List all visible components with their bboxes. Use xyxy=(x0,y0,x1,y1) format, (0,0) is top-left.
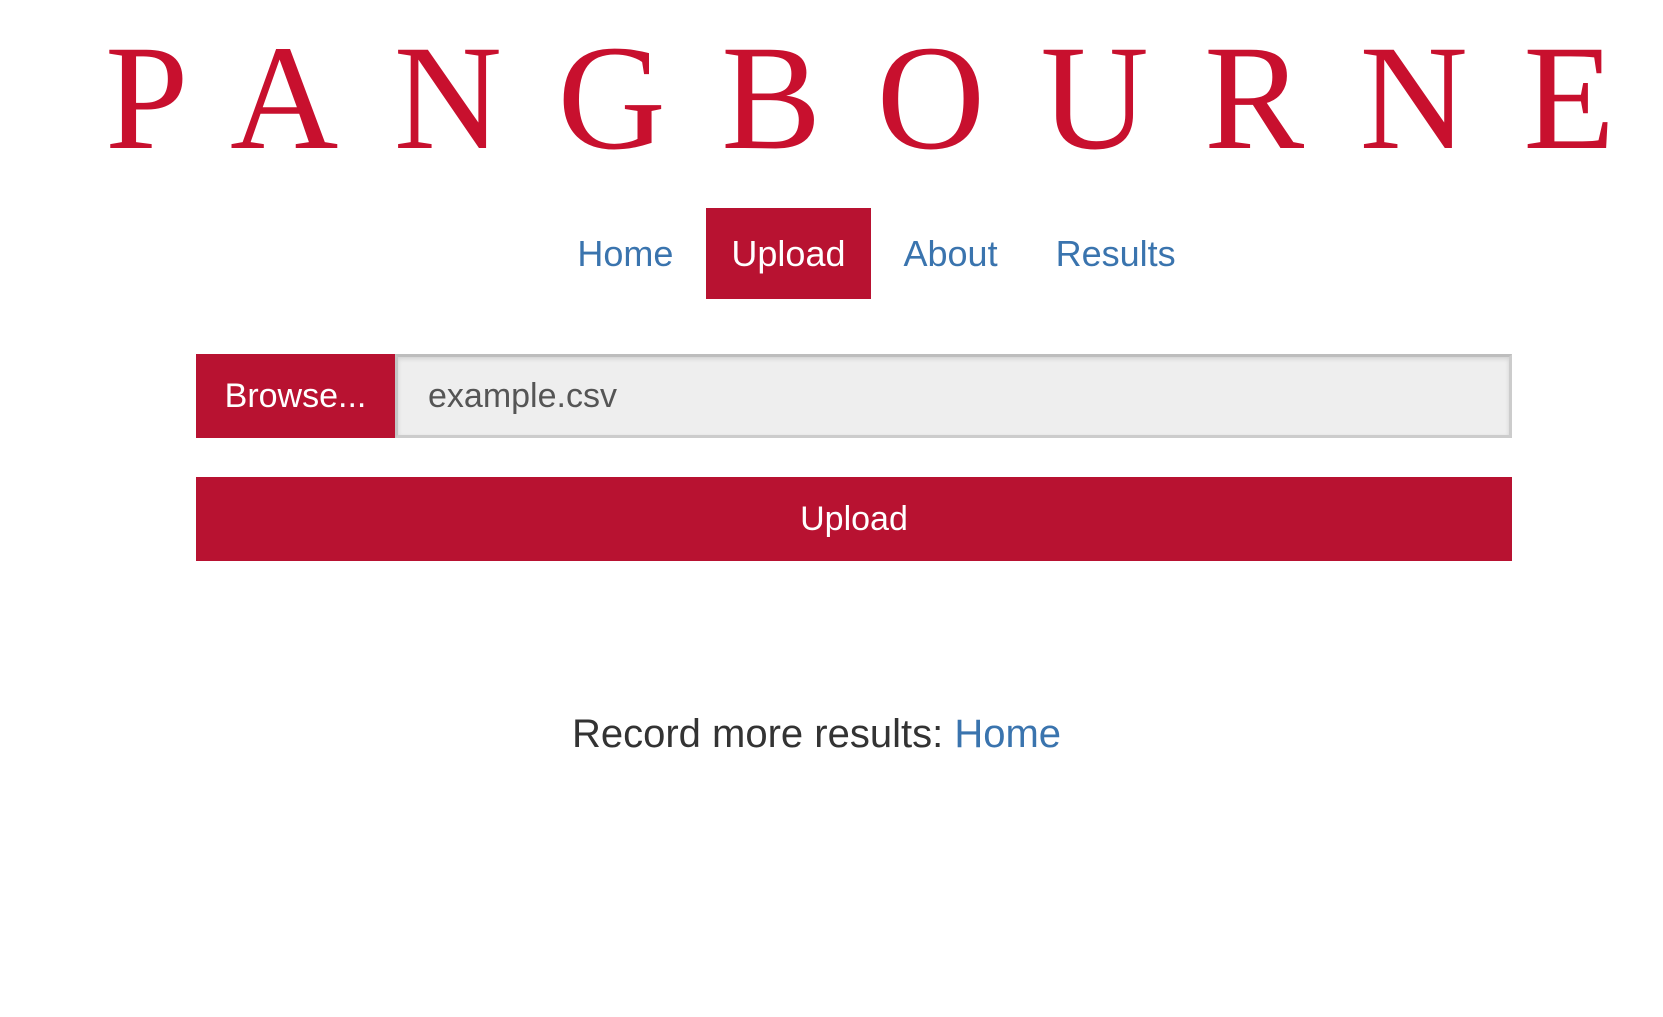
home-link[interactable]: Home xyxy=(954,712,1061,756)
pangbourne-logo: PANGBOURNE xyxy=(0,28,1663,168)
upload-button[interactable]: Upload xyxy=(196,477,1512,561)
record-more-results-text: Record more results: xyxy=(571,712,955,756)
nav-item-upload[interactable]: Upload xyxy=(706,208,871,299)
nav-item-home[interactable]: Home xyxy=(552,208,698,299)
file-name-field[interactable]: example.csv xyxy=(395,354,1512,438)
logo-wordmark: PANGBOURNE xyxy=(105,28,1615,168)
nav-item-about[interactable]: About xyxy=(879,208,1023,299)
main-nav: Home Upload About Results xyxy=(0,208,1663,299)
record-more-results-line: Record more results: Home xyxy=(0,712,1663,757)
file-upload-group: Browse... example.csv xyxy=(196,354,1512,438)
nav-item-results[interactable]: Results xyxy=(1031,208,1201,299)
browse-button[interactable]: Browse... xyxy=(196,354,395,438)
